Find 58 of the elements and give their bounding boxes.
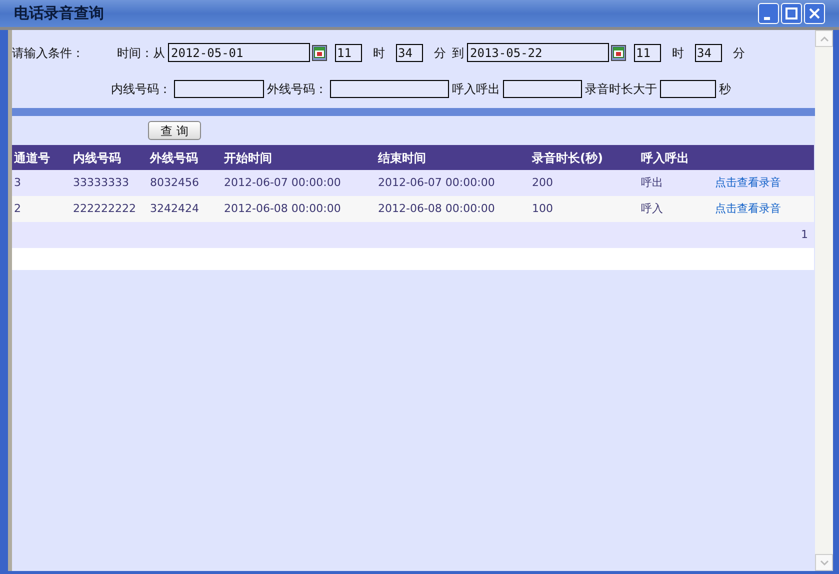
query-button[interactable]: 查 询	[148, 121, 201, 140]
input-field[interactable]	[174, 80, 264, 98]
time-field[interactable]: 34	[695, 44, 722, 62]
field-label: 分	[434, 44, 446, 62]
close-button[interactable]	[804, 3, 825, 24]
field-label: 分	[733, 44, 745, 62]
table-cell-text: 2012-06-08 00:00:00	[378, 200, 496, 217]
input-field[interactable]	[660, 80, 716, 98]
table-cell-text: 222222222	[73, 200, 137, 217]
column-header: 录音时长(秒)	[532, 150, 604, 166]
calendar-icon[interactable]	[312, 44, 327, 60]
table-cell-text: 100	[532, 200, 554, 217]
field-label: 外线号码：	[267, 81, 327, 98]
column-header: 呼入呼出	[641, 150, 690, 166]
maximize-icon	[785, 7, 798, 20]
input-field[interactable]	[330, 80, 449, 98]
date-field[interactable]: 2013-05-22	[467, 43, 609, 62]
field-label: 时间：从	[117, 44, 165, 62]
window-title: 电话录音查询	[14, 3, 104, 24]
table-cell-text: 33333333	[73, 174, 130, 191]
field-label: 时	[672, 44, 684, 62]
input-field[interactable]	[503, 80, 582, 98]
field-label: 内线号码：	[111, 81, 171, 98]
time-field[interactable]: 11	[634, 44, 661, 62]
field-label: 秒	[719, 81, 731, 98]
column-header: 开始时间	[224, 150, 273, 166]
table-cell-text: 200	[532, 174, 554, 191]
table-cell-text: 3	[14, 174, 22, 191]
minimize-icon	[764, 16, 770, 20]
table-cell-text: 3242424	[150, 200, 200, 217]
time-field[interactable]: 11	[335, 44, 362, 62]
maximize-button[interactable]	[781, 3, 802, 24]
time-field[interactable]: 34	[396, 44, 423, 62]
field-label: 呼入呼出	[452, 81, 500, 98]
table-cell-text: 2	[14, 200, 22, 217]
table-cell-text: 呼入	[641, 200, 664, 217]
field-label: 录音时长大于	[585, 81, 657, 98]
column-header: 内线号码	[73, 150, 122, 166]
column-header: 结束时间	[378, 150, 427, 166]
page-number[interactable]: 1	[801, 226, 808, 244]
table-cell-text: 2012-06-07 00:00:00	[224, 174, 342, 191]
chevron-down-icon	[820, 560, 828, 566]
filter-label: 请输入条件：	[12, 44, 85, 62]
column-header: 通道号	[14, 150, 51, 166]
table-cell-text: 2012-06-08 00:00:00	[224, 200, 342, 217]
close-icon	[808, 7, 821, 20]
field-label: 到	[452, 44, 464, 62]
column-header: 外线号码	[150, 150, 199, 166]
date-field[interactable]: 2012-05-01	[168, 43, 310, 62]
table-cell-text: 8032456	[150, 174, 200, 191]
table-cell-text: 2012-06-07 00:00:00	[378, 174, 496, 191]
table-cell-text: 呼出	[641, 174, 664, 191]
calendar-icon[interactable]	[611, 44, 626, 60]
field-label: 时	[373, 44, 385, 62]
chevron-up-icon	[820, 36, 828, 42]
play-recording-link[interactable]: 点击查看录音	[715, 200, 781, 218]
minimize-button[interactable]	[758, 3, 779, 24]
play-recording-link[interactable]: 点击查看录音	[715, 174, 781, 192]
